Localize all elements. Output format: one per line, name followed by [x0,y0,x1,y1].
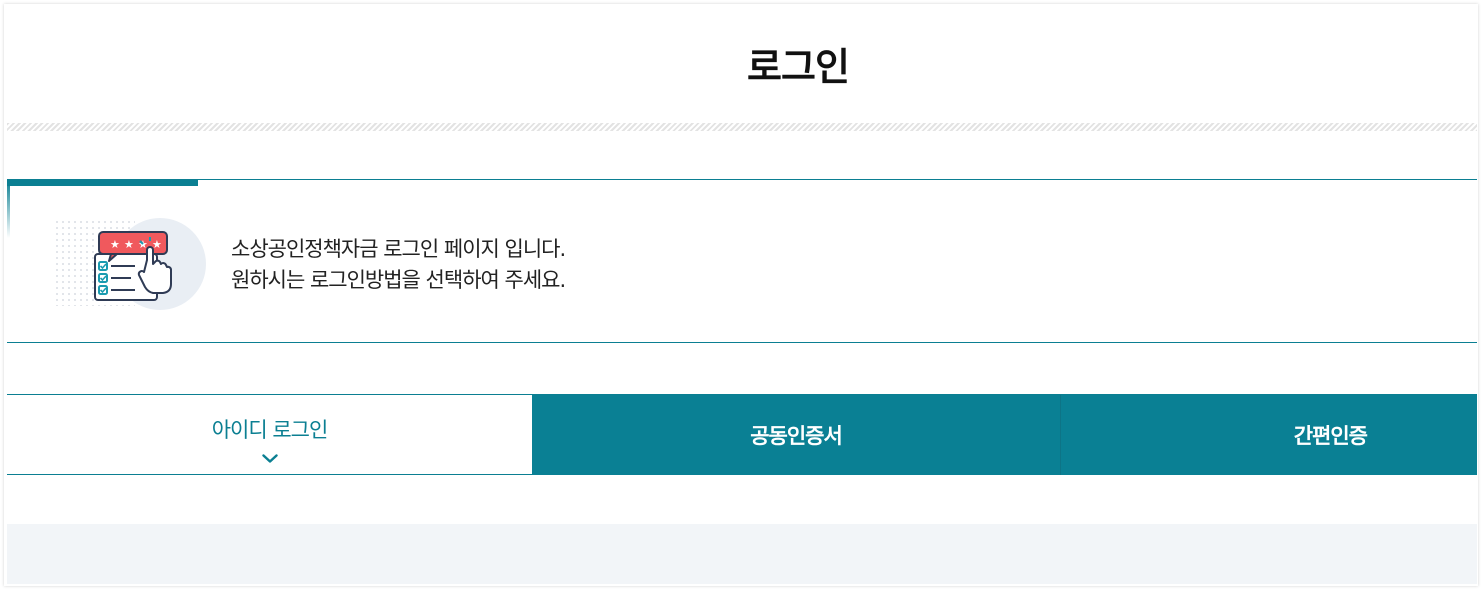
info-message: 소상공인정책자금 로그인 페이지 입니다. 원하시는 로그인방법을 선택하여 주… [231,234,566,296]
chevron-down-icon [261,454,278,463]
login-info-box: ★ ★ ★ ★ 소상공인정책자금 로그인 페이지 입니다. 원하시는 로그인방법… [7,179,1477,343]
svg-text:★: ★ [124,238,134,251]
info-line-1: 소상공인정책자금 로그인 페이지 입니다. [231,237,566,261]
tab-simple-auth[interactable]: 간편인증 [1061,395,1477,475]
page-title: 로그인 [747,45,850,89]
tab-id-login-label: 아이디 로그인 [211,418,329,442]
info-line-2: 원하시는 로그인방법을 선택하여 주세요. [231,268,566,292]
info-accent-bar [7,179,198,186]
hatched-divider [7,123,1477,131]
tab-simple-auth-label: 간편인증 [1293,424,1368,448]
info-accent-edge [7,180,10,238]
svg-text:★: ★ [110,238,120,251]
login-form-panel [7,524,1477,584]
tab-joint-certificate-label: 공동인증서 [750,424,843,448]
login-method-tabs: 아이디 로그인 공동인증서 간편인증 [7,394,1477,476]
review-checklist-icon: ★ ★ ★ ★ [55,218,206,310]
tab-id-login[interactable]: 아이디 로그인 [7,395,532,475]
tab-joint-certificate[interactable]: 공동인증서 [532,395,1061,475]
